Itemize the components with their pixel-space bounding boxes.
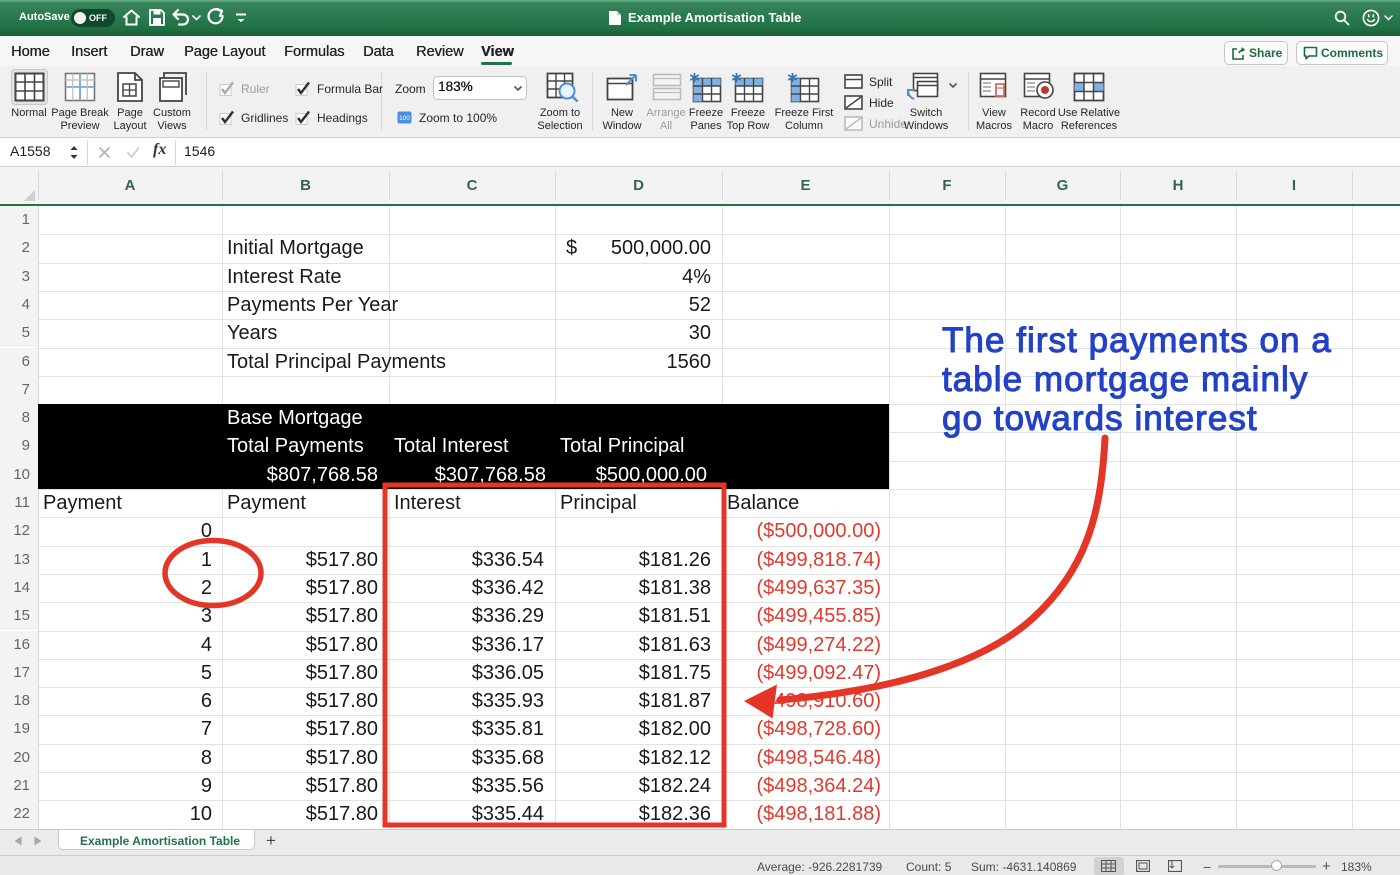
svg-text:100: 100 [399,115,410,122]
